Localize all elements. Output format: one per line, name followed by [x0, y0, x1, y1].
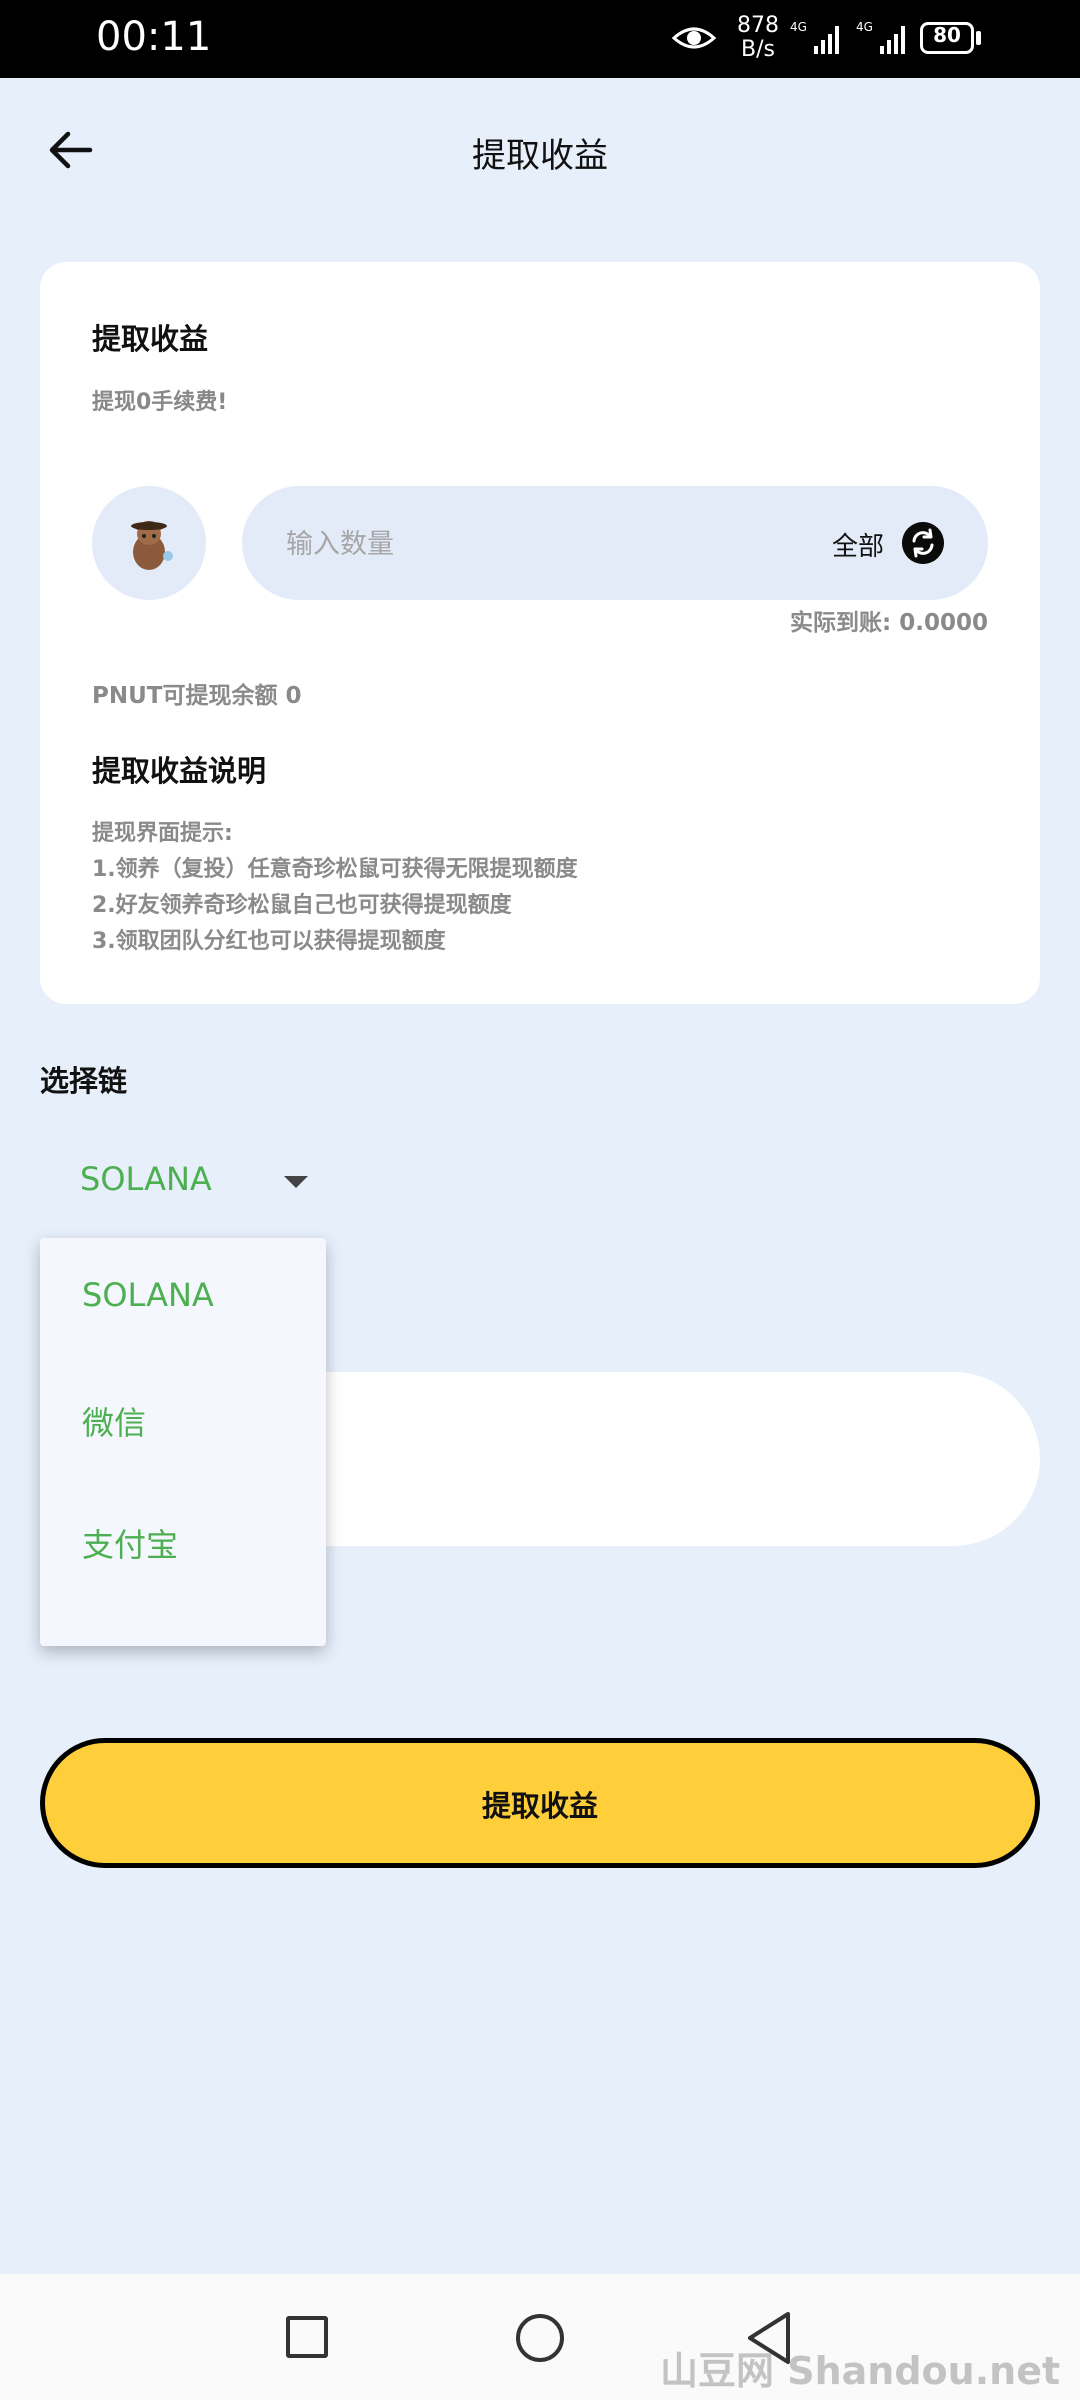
chain-label: 选择链 [40, 1064, 128, 1098]
dropdown-option-solana[interactable]: SOLANA [40, 1238, 326, 1360]
watermark: 山豆网 Shandou.net [660, 2349, 1061, 2393]
received-amount: 实际到账: 0.0000 [790, 610, 988, 636]
status-time: 00:11 [96, 14, 212, 60]
home-icon[interactable] [516, 2314, 564, 2362]
refresh-icon[interactable] [902, 522, 944, 564]
status-bar: 00:11 878 B/s 4G 4G 80 [0, 0, 1080, 78]
description-line: 2.好友领养奇珍松鼠自己也可获得提现额度 [92, 893, 512, 918]
squirrel-icon [131, 521, 173, 570]
chain-selected-value: SOLANA [80, 1160, 212, 1198]
withdrawable-balance: PNUT可提现余额 0 [92, 683, 302, 709]
description-title: 提取收益说明 [92, 754, 267, 788]
description-line: 1.领养（复投）任意奇珍松鼠可获得无限提现额度 [92, 857, 578, 882]
caret-down-icon [284, 1176, 308, 1188]
token-avatar [92, 486, 206, 600]
dropdown-option-wechat[interactable]: 微信 [40, 1360, 326, 1482]
chain-dropdown-menu: SOLANA 微信 支付宝 [40, 1238, 326, 1646]
description-line: 提现界面提示: [92, 821, 233, 846]
battery-level: 80 [933, 23, 961, 47]
page-title: 提取收益 [472, 136, 608, 176]
eye-icon [672, 27, 716, 49]
withdraw-submit-button[interactable]: 提取收益 [40, 1738, 1040, 1868]
signal-icon-2: 4G [856, 20, 905, 54]
signal-icon: 4G [790, 20, 839, 54]
dropdown-option-alipay[interactable]: 支付宝 [40, 1482, 326, 1604]
withdraw-submit-label: 提取收益 [481, 1789, 598, 1823]
description-text: 提现界面提示: 1.领养（复投）任意奇珍松鼠可获得无限提现额度 2.好友领养奇珍… [92, 816, 578, 960]
chain-select[interactable]: SOLANA [80, 1160, 320, 1204]
svg-text:4G: 4G [856, 20, 873, 34]
amount-input[interactable] [284, 520, 768, 568]
fee-note: 提现0手续费! [92, 390, 228, 415]
svg-text:4G: 4G [790, 20, 807, 34]
all-button[interactable]: 全部 [832, 526, 884, 563]
card-title: 提取收益 [92, 322, 209, 356]
recent-apps-icon[interactable] [286, 2316, 328, 2358]
network-speed: 878 B/s [737, 13, 779, 62]
description-line: 3.领取团队分红也可以获得提现额度 [92, 929, 446, 954]
battery-icon: 80 [920, 22, 984, 54]
